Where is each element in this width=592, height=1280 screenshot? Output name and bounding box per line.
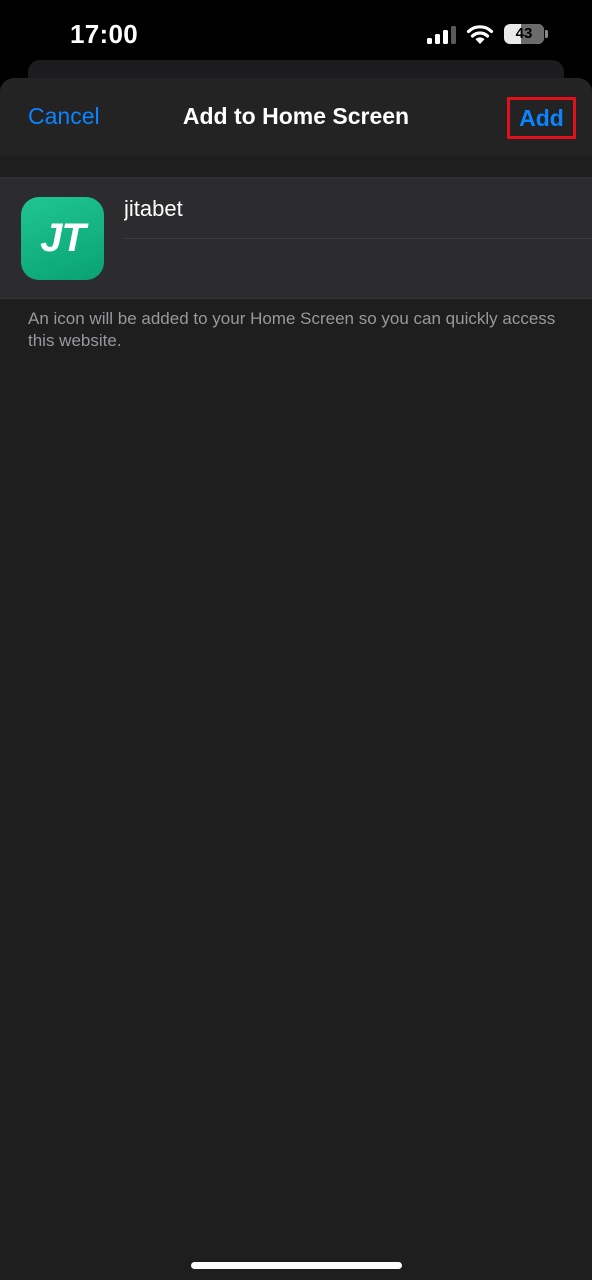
home-indicator[interactable] xyxy=(191,1262,402,1269)
app-entry-row: JT xyxy=(0,177,592,299)
page-title: Add to Home Screen xyxy=(182,103,410,129)
app-icon-letters: JT xyxy=(40,216,86,260)
signal-bar xyxy=(451,26,456,44)
status-time: 17:00 xyxy=(70,19,138,49)
footer-note: An icon will be added to your Home Scree… xyxy=(28,309,556,350)
add-to-home-sheet: Cancel Add to Home Screen Add JT An icon… xyxy=(0,78,592,1280)
divider xyxy=(123,238,592,239)
add-button[interactable]: Add xyxy=(507,97,576,139)
wifi-icon xyxy=(466,25,494,44)
signal-bar xyxy=(435,34,440,44)
signal-bar xyxy=(443,30,448,44)
battery-cap xyxy=(545,30,548,38)
app-name-field[interactable] xyxy=(124,196,544,222)
app-icon: JT xyxy=(21,197,104,280)
signal-bar xyxy=(427,38,432,44)
nav-bar: Cancel Add to Home Screen Add xyxy=(0,78,592,156)
battery-icon: 43 xyxy=(504,24,544,44)
screen: 17:00 43 Cancel Add to Home Screen Add J xyxy=(0,0,592,1280)
battery-level: 43 xyxy=(515,25,533,42)
cellular-signal-icon xyxy=(427,26,457,44)
